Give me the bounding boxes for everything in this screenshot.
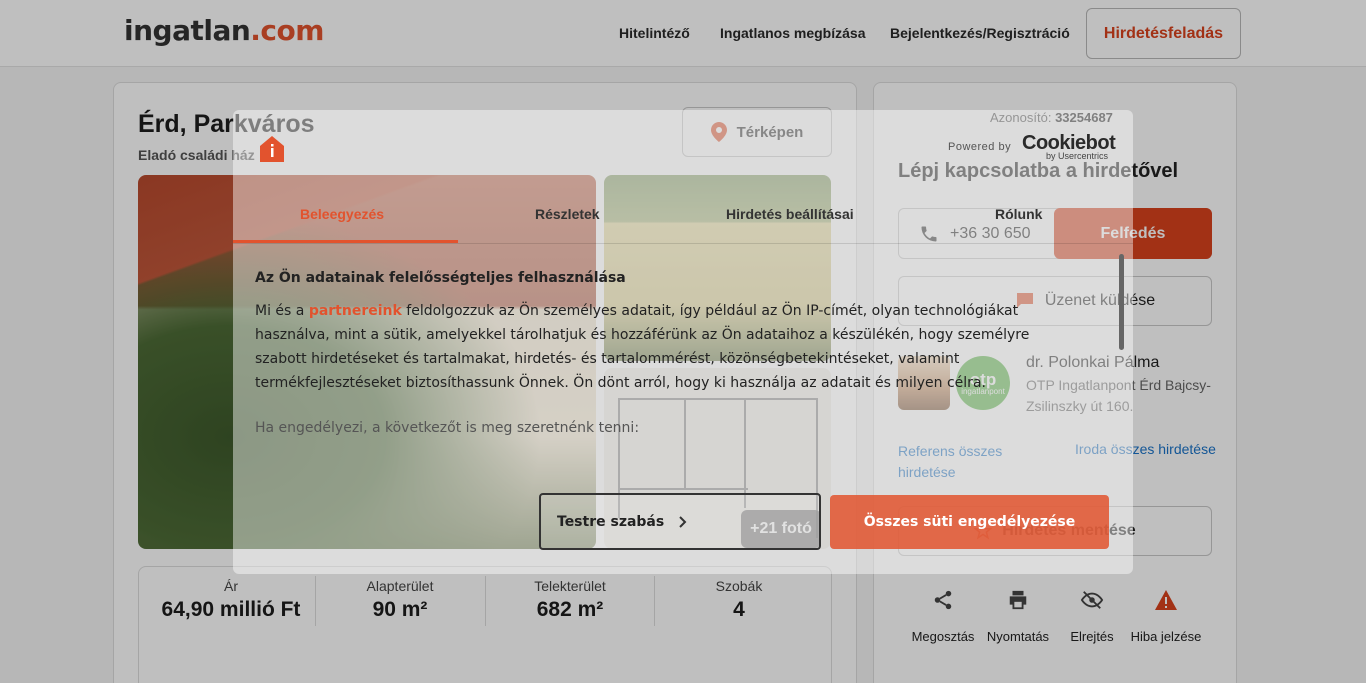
tab-divider	[233, 243, 1133, 244]
modal-scrollbar[interactable]	[1119, 254, 1124, 350]
partners-link[interactable]: partnereink	[309, 303, 402, 319]
customize-label: Testre szabás	[557, 513, 665, 530]
chevron-right-icon	[679, 515, 687, 528]
info-house-icon	[260, 136, 284, 162]
consent-body-prefix: Mi és a	[255, 303, 309, 319]
consent-extra: Ha engedélyezi, a következőt is meg szer…	[255, 420, 640, 436]
consent-body: Mi és a partnereink feldolgozzuk az Ön s…	[255, 299, 1075, 395]
accept-all-cookies-button[interactable]: Összes süti engedélyezése	[830, 495, 1109, 549]
tab-consent[interactable]: Beleegyezés	[300, 206, 384, 222]
tab-about[interactable]: Rólunk	[995, 206, 1042, 222]
powered-by-label: Powered by	[948, 141, 1012, 153]
cookiebot-sub: by Usercentrics	[1046, 151, 1109, 161]
tab-details[interactable]: Részletek	[535, 206, 600, 222]
tab-ad-settings[interactable]: Hirdetés beállításai	[726, 206, 854, 222]
consent-heading: Az Ön adatainak felelősségteljes felhasz…	[255, 270, 626, 286]
customize-button[interactable]: Testre szabás	[539, 493, 821, 550]
